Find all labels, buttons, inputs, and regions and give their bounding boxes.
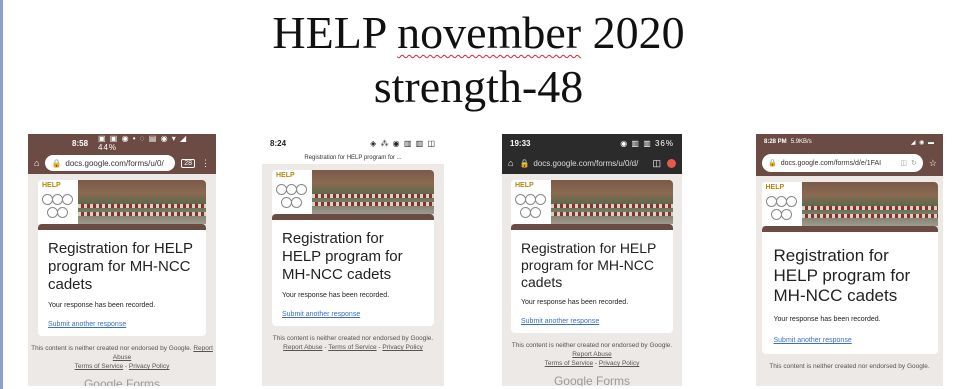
parade-photo [551,180,673,224]
status-time: 8:28 PM [764,139,787,145]
slide-title-line2: strength-48 [373,61,584,112]
status-bar: 8:24 ◈ ⁂ ◉ ▥ ▥ ◫ [262,134,444,152]
form-title: Registration for HELP program for MH-NCC… [282,230,403,283]
help-logo: HELP [272,170,312,214]
reload-icon[interactable]: ↻ [911,159,917,167]
report-abuse-link[interactable]: Report Abuse [572,351,611,358]
address-bar[interactable]: 🔒 docs.google.com/forms/u/0/ [45,155,176,171]
status-speed: 5.9KB/s [790,139,812,145]
browser-toolbar: ⌂ 🔒 docs.google.com/forms/u/0/ 28 ⋮ [28,152,216,174]
submit-another-link[interactable]: Submit another response [282,311,424,318]
privacy-link[interactable]: Privacy Policy [129,363,169,370]
confirmation-card: Registration for HELP program for MH-NCC… [511,224,673,333]
status-icons: ◈ ⁂ ◉ ▥ ▥ ◫ [370,138,436,148]
home-icon[interactable]: ⌂ [34,158,39,168]
submit-another-link[interactable]: Submit another response [48,321,196,328]
recorded-message: Your response has been recorded. [282,292,390,299]
form-footer: This content is neither created nor endo… [769,363,930,370]
tab-header-title: Registration for HELP program for ... [262,152,444,164]
recorded-message: Your response has been recorded. [48,302,156,309]
lock-icon: 🔒 [768,160,777,167]
address-bar[interactable]: 🔒 docs.google.com/forms/u/0/d/ [519,155,647,171]
status-time: 19:33 [510,138,531,148]
address-url: docs.google.com/forms/u/0/ [65,158,164,168]
terms-link[interactable]: Terms of Service [545,360,593,367]
help-logo: HELP [511,180,551,224]
privacy-link[interactable]: Privacy Policy [382,344,422,351]
status-bar: 19:33 ◉ ▥ ▥ 36% [502,134,682,152]
submit-another-link[interactable]: Submit another response [521,318,663,325]
form-footer: This content is neither created nor endo… [31,345,213,370]
screenshot-4: 8:28 PM 5.9KB/s ◢ ◉ ▬ 🔒 docs.google.com/… [756,134,943,386]
home-icon[interactable]: ⌂ [508,158,513,168]
help-logo: HELP [38,180,78,224]
lock-icon: 🔒 [519,158,530,168]
parade-photo [801,182,938,226]
form-footer: This content is neither created nor endo… [511,342,673,367]
form-title: Registration for HELP program for MH-NCC… [773,246,911,305]
bookmark-star-icon[interactable]: ☆ [929,158,937,169]
parade-photo [312,170,434,214]
status-icons: ◉ ▥ ▥ 36% [620,138,674,148]
address-bar[interactable]: 🔒 docs.google.com/forms/d/e/1FAI ◫ ↻ [762,154,923,172]
status-bar: 8:28 PM 5.9KB/s ◢ ◉ ▬ [756,134,943,150]
browser-toolbar: 🔒 docs.google.com/forms/d/e/1FAI ◫ ↻ ☆ [756,150,943,176]
form-banner: HELP [511,180,673,224]
menu-icon[interactable]: ⋮ [201,158,210,169]
form-banner: HELP [38,180,206,224]
status-time: 8:24 [270,138,287,148]
address-url: docs.google.com/forms/d/e/1FAI [780,159,882,167]
help-logo: HELP [761,182,802,226]
browser-menu-icon[interactable] [667,158,676,168]
address-url: docs.google.com/forms/u/0/d/ [533,158,639,168]
report-abuse-link[interactable]: Report Abuse [283,344,322,351]
screenshot-3: 19:33 ◉ ▥ ▥ 36% ⌂ 🔒 docs.google.com/form… [502,134,682,386]
confirmation-card: Registration for HELP program for MH-NCC… [272,214,434,326]
terms-link[interactable]: Terms of Service [75,363,123,370]
status-icons: ▣ ▣ ◉ • ◌ ▤ ◉ ▾ ◢ 44% [98,134,188,152]
google-forms-logo: Google Forms [83,377,161,386]
form-banner: HELP [761,182,938,226]
privacy-link[interactable]: Privacy Policy [599,360,639,367]
form-title: Registration for HELP program for MH-NCC… [521,240,657,290]
tabs-icon[interactable]: ◫ [652,158,661,169]
submit-another-link[interactable]: Submit another response [774,337,926,344]
confirmation-card: Registration for HELP program for MH-NCC… [761,226,938,354]
form-banner: HELP [272,170,434,214]
screenshot-2: 8:24 ◈ ⁂ ◉ ▥ ▥ ◫ Registration for HELP p… [262,134,444,386]
status-icons: ◢ ◉ ▬ [910,139,935,146]
parade-photo [78,180,206,224]
confirmation-card: Registration for HELP program for MH-NCC… [38,224,206,336]
status-bar: 8:58 ▣ ▣ ◉ • ◌ ▤ ◉ ▾ ◢ 44% [28,134,216,152]
recorded-message: Your response has been recorded. [521,299,629,306]
terms-link[interactable]: Terms of Service [328,344,376,351]
tabs-count-button[interactable]: 28 [181,158,195,168]
form-title: Registration for HELP program for MH-NCC… [48,240,193,293]
reader-icon[interactable]: ◫ [900,159,907,167]
browser-toolbar: ⌂ 🔒 docs.google.com/forms/u/0/d/ ◫ [502,152,682,174]
slide-title-line1: HELP november 2020 [272,7,685,58]
status-time: 8:58 [72,138,89,148]
slide-left-edge [0,0,3,389]
lock-icon: 🔒 [51,158,62,168]
form-footer: This content is neither created nor endo… [272,335,434,351]
screenshot-1: 8:58 ▣ ▣ ◉ • ◌ ▤ ◉ ▾ ◢ 44% ⌂ 🔒 docs.goog… [28,134,216,386]
google-forms-logo: Google Forms [553,374,631,386]
recorded-message: Your response has been recorded. [773,316,881,323]
